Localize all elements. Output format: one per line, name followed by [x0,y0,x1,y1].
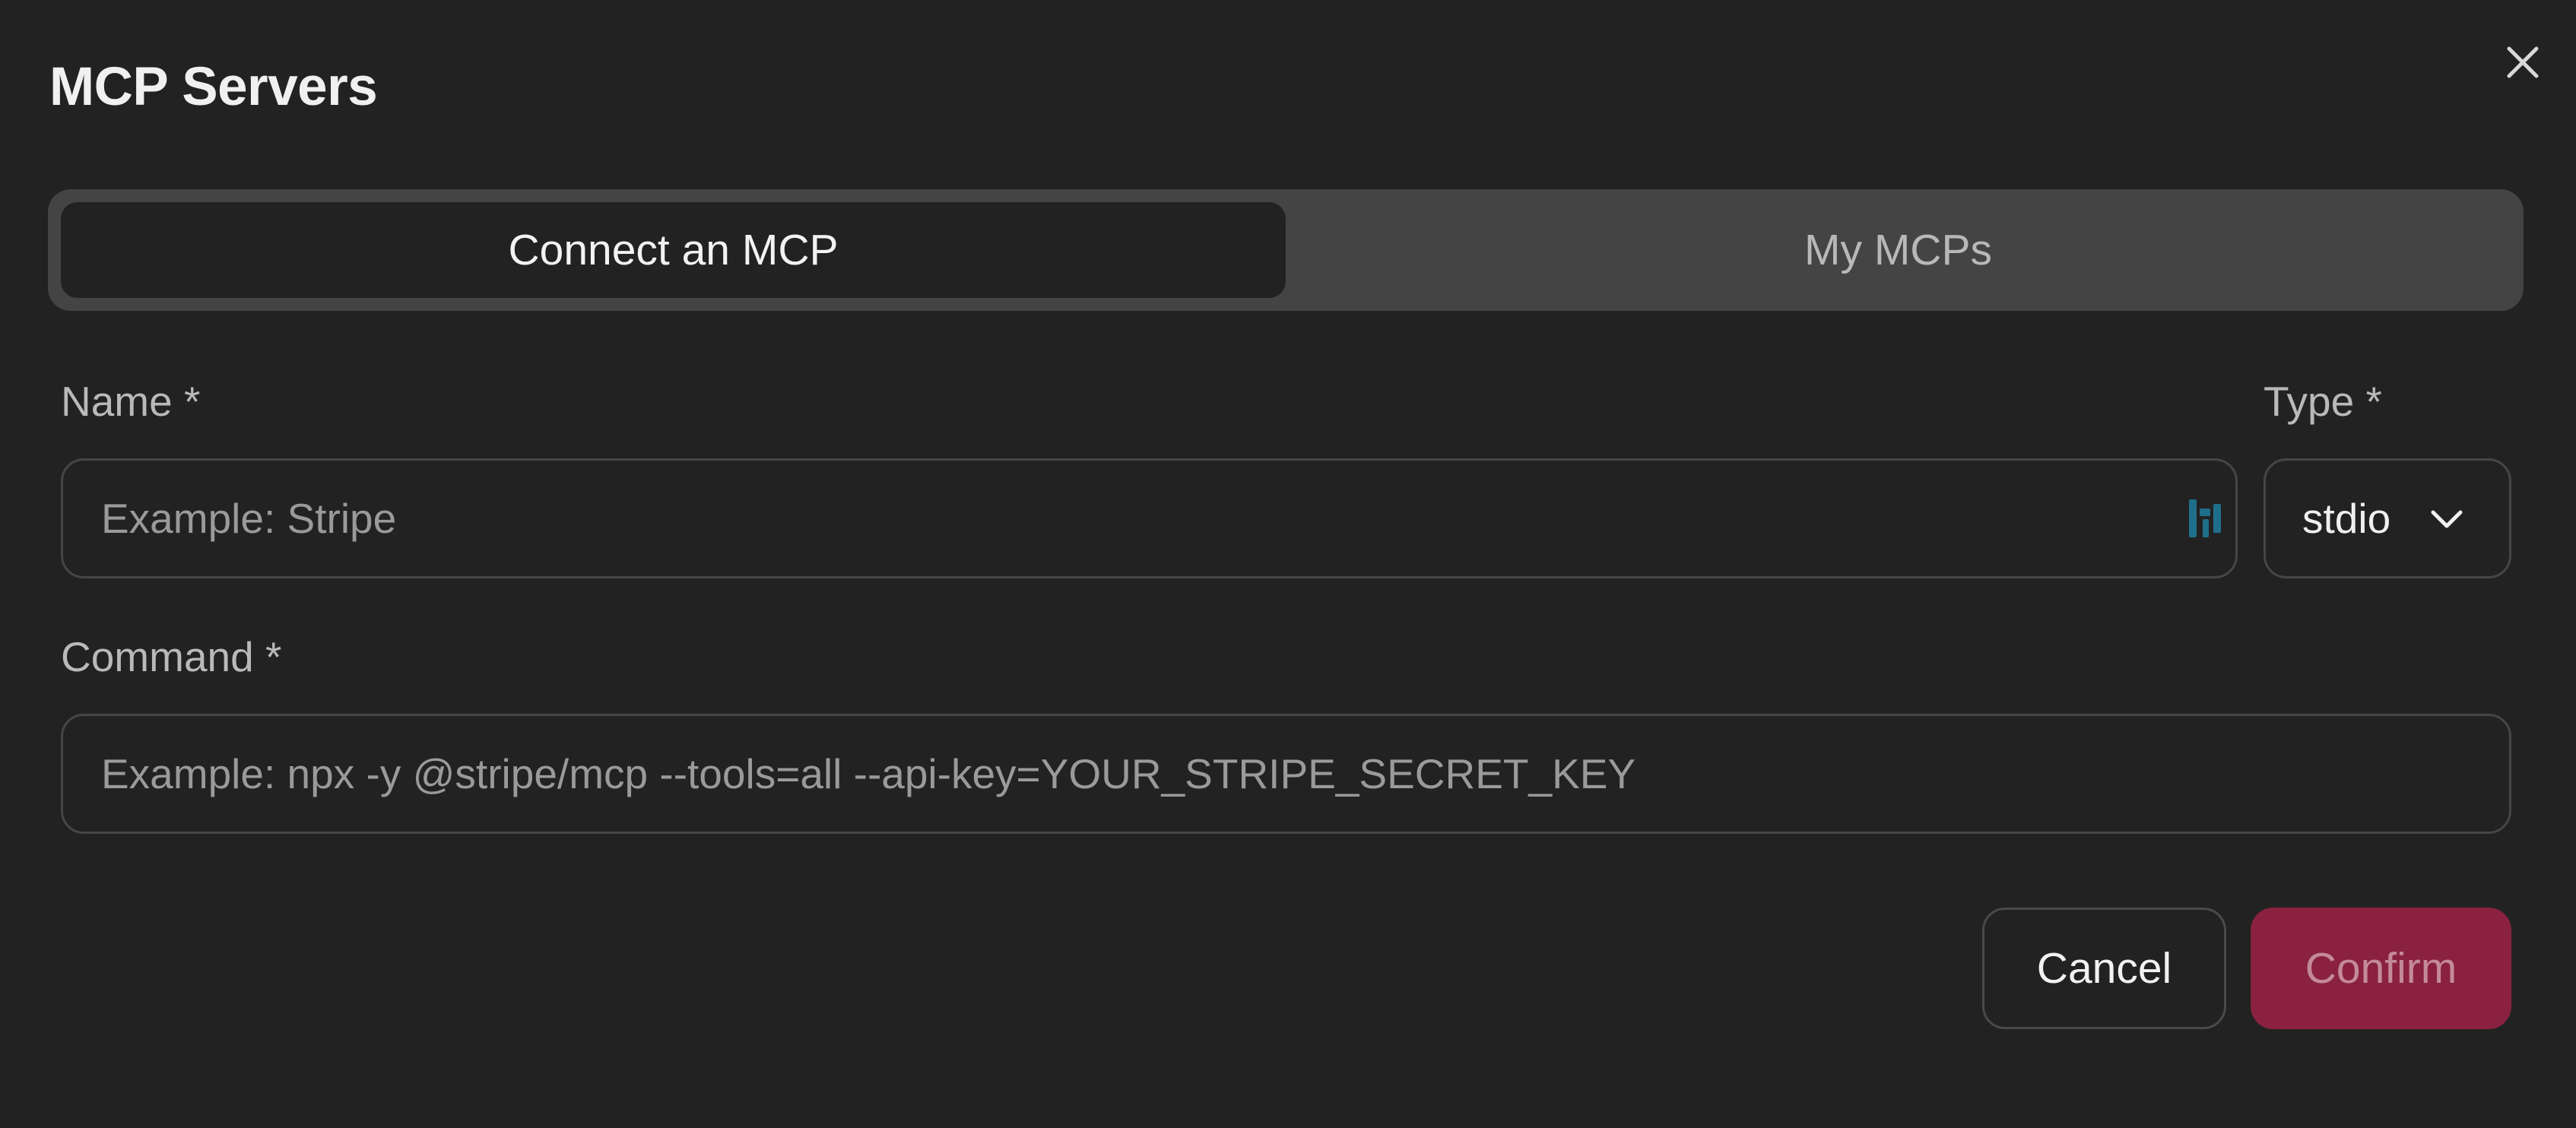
name-label: Name * [61,378,201,425]
cancel-button[interactable]: Cancel [1982,908,2226,1029]
tab-label: Connect an MCP [508,226,839,274]
tab-connect-an-mcp[interactable]: Connect an MCP [61,202,1286,298]
type-label: Type * [2264,378,2382,425]
tab-my-mcps[interactable]: My MCPs [1286,202,2511,298]
command-input[interactable]: Example: npx -y @stripe/mcp --tools=all … [61,714,2511,834]
tab-label: My MCPs [1804,226,1992,274]
command-input-placeholder: Example: npx -y @stripe/mcp --tools=all … [101,750,1636,797]
name-input-placeholder: Example: Stripe [101,495,397,542]
confirm-button-label: Confirm [2305,944,2457,993]
tab-bar: Connect an MCP My MCPs [48,189,2524,311]
password-manager-icon[interactable] [2187,496,2224,540]
mcp-servers-dialog: MCP Servers Connect an MCP My MCPs Name … [0,0,2576,1128]
confirm-button[interactable]: Confirm [2251,908,2511,1029]
cancel-button-label: Cancel [2036,944,2172,993]
type-select[interactable]: stdio [2264,458,2511,578]
close-button[interactable] [2500,40,2546,85]
password-manager-icon-graphic [2189,499,2221,537]
command-label: Command * [61,633,282,680]
close-icon [2507,46,2539,78]
dialog-title: MCP Servers [49,57,378,117]
type-select-value: stdio [2302,495,2391,542]
chevron-down-icon [2431,510,2463,528]
name-input[interactable]: Example: Stripe [61,458,2238,578]
